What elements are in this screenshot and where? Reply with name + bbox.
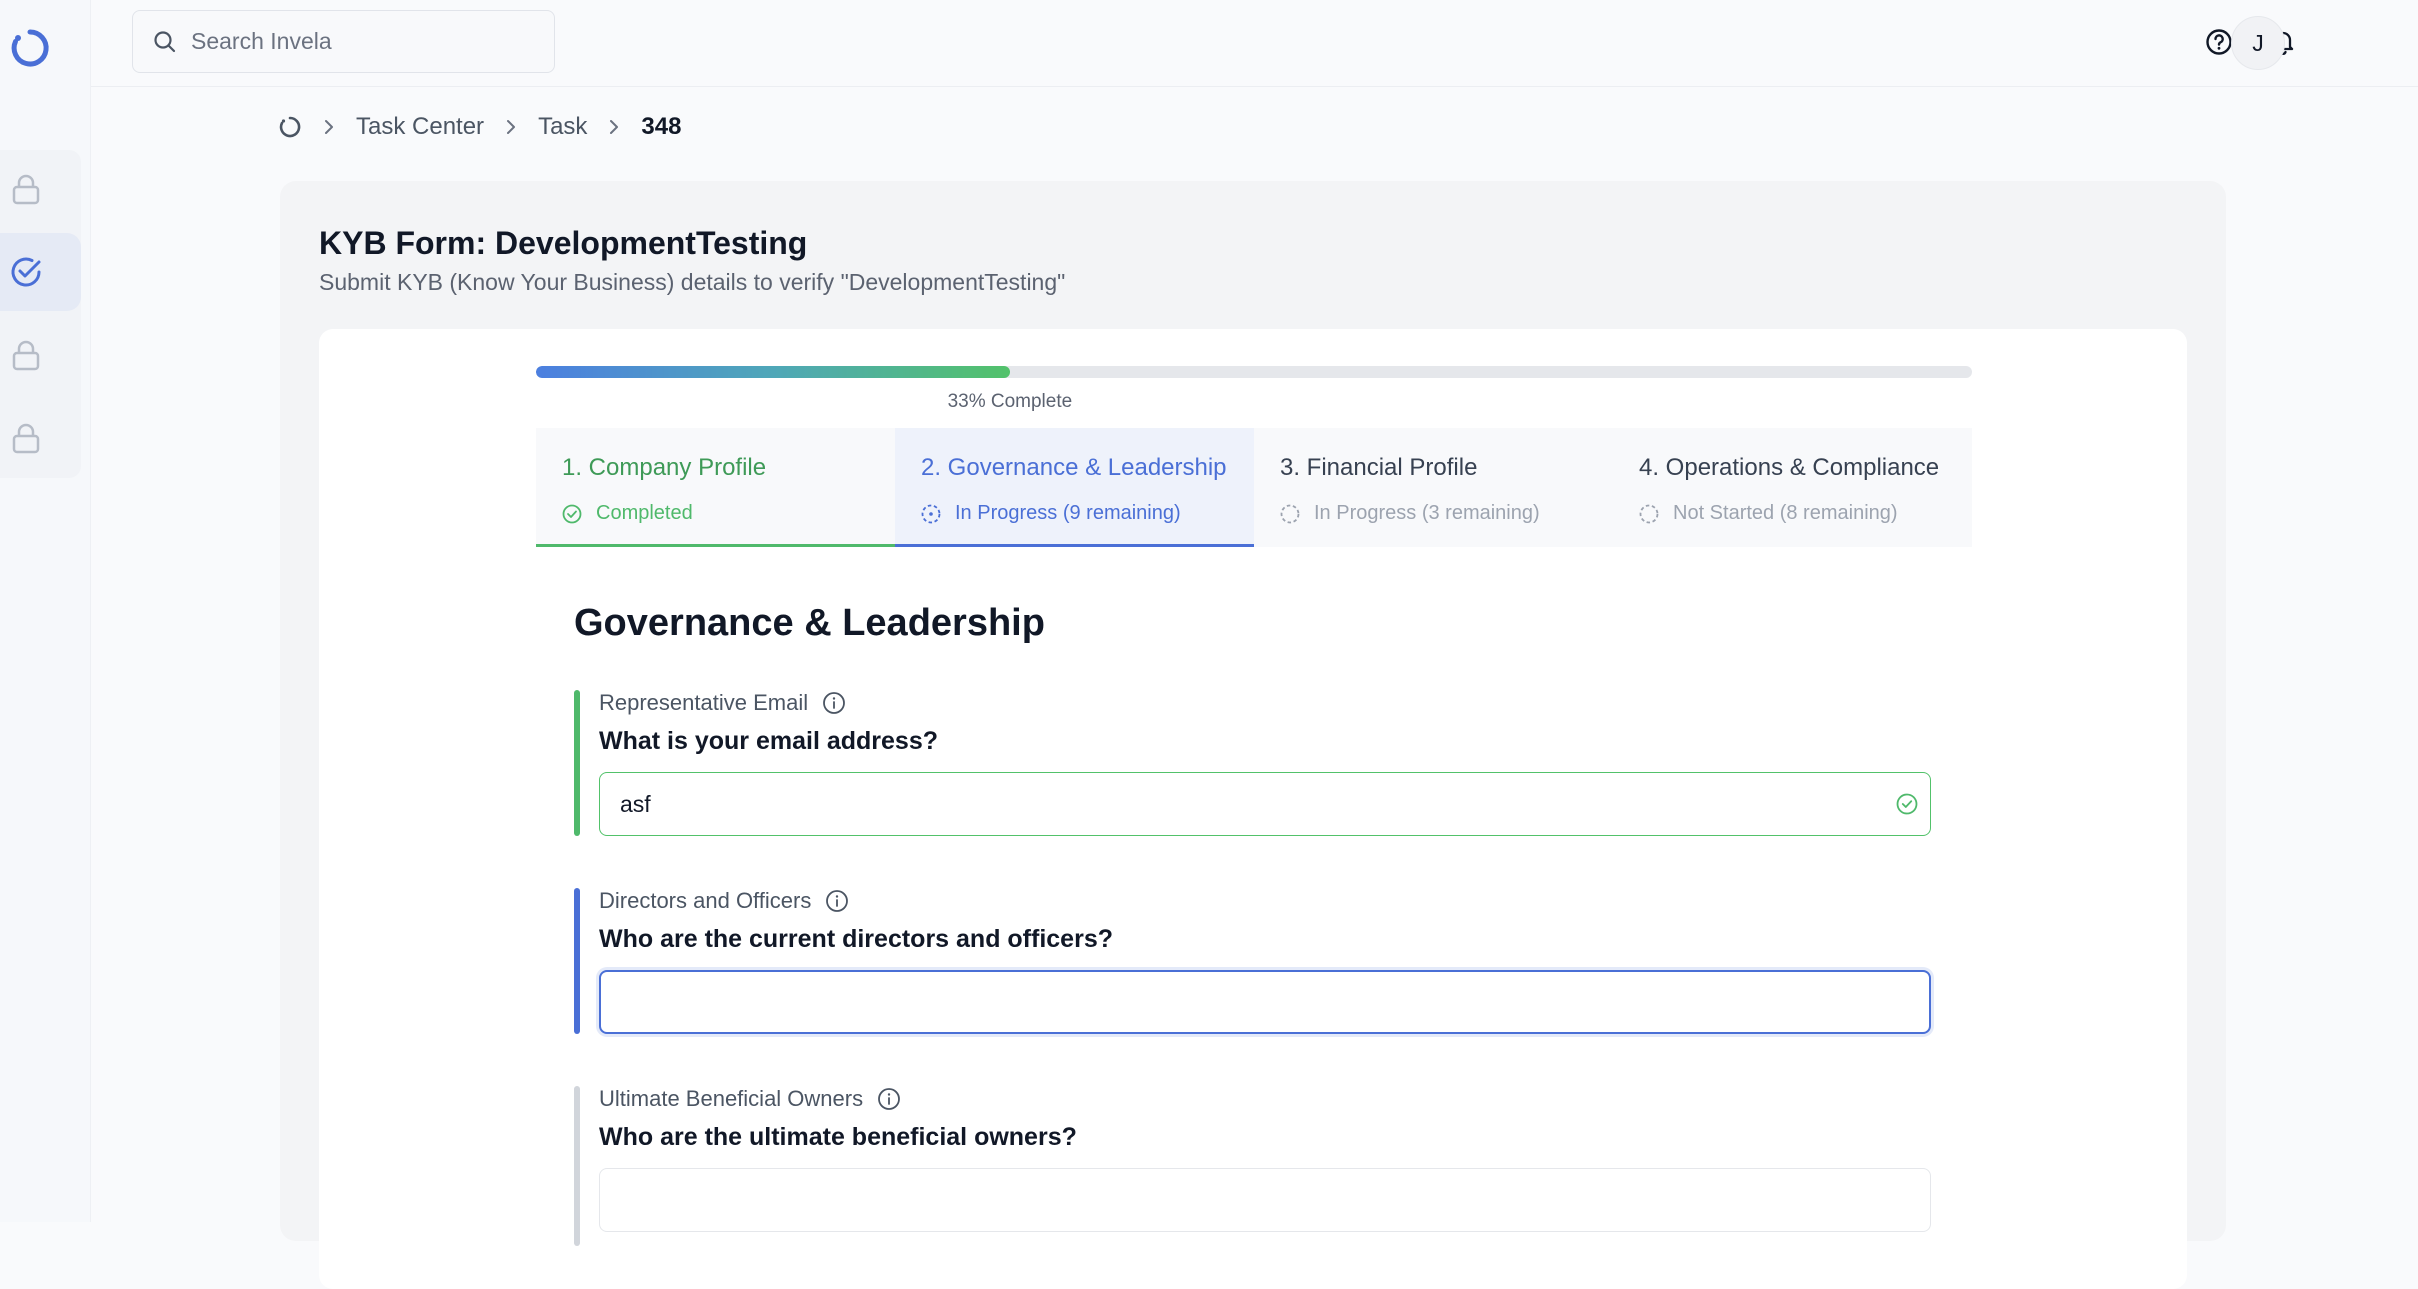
sidebar <box>0 0 91 1222</box>
field-representative-email: Representative Email What is your email … <box>574 690 1934 836</box>
sidebar-nav <box>0 150 81 478</box>
form-panel: 33% Complete 1. Company Profile Complete… <box>319 329 2187 1289</box>
breadcrumb-task-center[interactable]: Task Center <box>356 113 484 141</box>
valid-check-icon <box>1896 793 1918 815</box>
sidebar-item-locked-3[interactable] <box>0 399 81 477</box>
sidebar-item-task-center[interactable] <box>0 233 81 311</box>
lock-icon <box>12 174 39 205</box>
step-company-profile[interactable]: 1. Company Profile Completed <box>536 428 895 547</box>
field-label-text: Representative Email <box>599 690 809 715</box>
field-question: Who are the current directors and office… <box>599 925 1113 953</box>
check-circle-icon <box>11 257 40 287</box>
progress-bar-fill <box>536 366 1010 378</box>
user-avatar[interactable]: J <box>2231 16 2285 70</box>
step-financial-profile[interactable]: 3. Financial Profile In Progress (3 rema… <box>1254 428 1613 547</box>
lock-icon <box>12 423 39 454</box>
app-logo[interactable] <box>8 26 52 70</box>
help-icon <box>2206 29 2232 55</box>
check-circle-icon <box>562 504 582 523</box>
directors-officers-input[interactable] <box>599 970 1931 1034</box>
field-label-text: Ultimate Beneficial Owners <box>599 1086 864 1111</box>
field-status-bar <box>574 690 580 836</box>
chevron-right-icon <box>504 119 518 135</box>
section-title: Governance & Leadership <box>574 602 1045 644</box>
step-status-text: In Progress (9 remaining) <box>955 502 1181 524</box>
step-status-text: In Progress (3 remaining) <box>1314 502 1540 524</box>
chevron-right-icon <box>322 119 336 135</box>
avatar-initial: J <box>2252 29 2264 56</box>
chevron-right-icon <box>607 119 621 135</box>
field-question: What is your email address? <box>599 727 938 755</box>
step-title: 3. Financial Profile <box>1280 454 1478 481</box>
info-icon[interactable] <box>877 1087 901 1111</box>
field-label: Directors and Officers <box>599 888 849 914</box>
step-status-text: Not Started (8 remaining) <box>1673 502 1898 524</box>
step-status: Completed <box>562 502 895 525</box>
search-input[interactable] <box>191 28 531 55</box>
field-ultimate-beneficial-owners: Ultimate Beneficial Owners Who are the u… <box>574 1086 1934 1246</box>
form-steps: 1. Company Profile Completed 2. Governan… <box>536 428 1972 547</box>
kyb-form-card: KYB Form: DevelopmentTesting Submit KYB … <box>280 181 2226 1289</box>
info-icon[interactable] <box>822 691 846 715</box>
step-status: In Progress (3 remaining) <box>1280 502 1613 525</box>
step-governance-leadership[interactable]: 2. Governance & Leadership In Progress (… <box>895 428 1254 547</box>
step-status: Not Started (8 remaining) <box>1639 502 1972 525</box>
step-title: 1. Company Profile <box>562 454 767 481</box>
step-operations-compliance[interactable]: 4. Operations & Compliance Not Started (… <box>1613 428 1972 547</box>
step-status: In Progress (9 remaining) <box>921 502 1254 525</box>
step-status-text: Completed <box>596 502 693 524</box>
progress-bar <box>536 366 1972 378</box>
home-refresh-icon[interactable] <box>278 115 302 139</box>
step-title: 2. Governance & Leadership <box>921 454 1227 481</box>
email-input[interactable] <box>599 772 1931 836</box>
top-bar <box>91 0 2418 87</box>
field-label-text: Directors and Officers <box>599 888 812 913</box>
in-progress-icon <box>921 504 941 523</box>
breadcrumb: Task Center Task 348 <box>278 110 681 144</box>
progress-label: 33% Complete <box>947 391 1073 412</box>
field-label: Representative Email <box>599 690 846 716</box>
search-icon <box>154 30 176 52</box>
page-title: KYB Form: DevelopmentTesting <box>319 225 808 261</box>
info-icon[interactable] <box>825 889 849 913</box>
pending-icon <box>1639 504 1659 523</box>
field-label: Ultimate Beneficial Owners <box>599 1086 901 1112</box>
lock-icon <box>12 340 39 371</box>
pending-icon <box>1280 504 1300 523</box>
search-box[interactable] <box>132 10 555 73</box>
field-status-bar <box>574 888 580 1034</box>
breadcrumb-task[interactable]: Task <box>538 113 587 141</box>
sidebar-item-locked-2[interactable] <box>0 316 81 394</box>
beneficial-owners-input[interactable] <box>599 1168 1931 1232</box>
field-question: Who are the ultimate beneficial owners? <box>599 1123 1077 1151</box>
breadcrumb-current: 348 <box>641 113 682 140</box>
sidebar-item-locked-1[interactable] <box>0 150 81 228</box>
page-subtitle: Submit KYB (Know Your Business) details … <box>319 269 1066 295</box>
field-status-bar <box>574 1086 580 1246</box>
step-title: 4. Operations & Compliance <box>1639 454 1940 481</box>
field-directors-officers: Directors and Officers Who are the curre… <box>574 888 1934 1034</box>
